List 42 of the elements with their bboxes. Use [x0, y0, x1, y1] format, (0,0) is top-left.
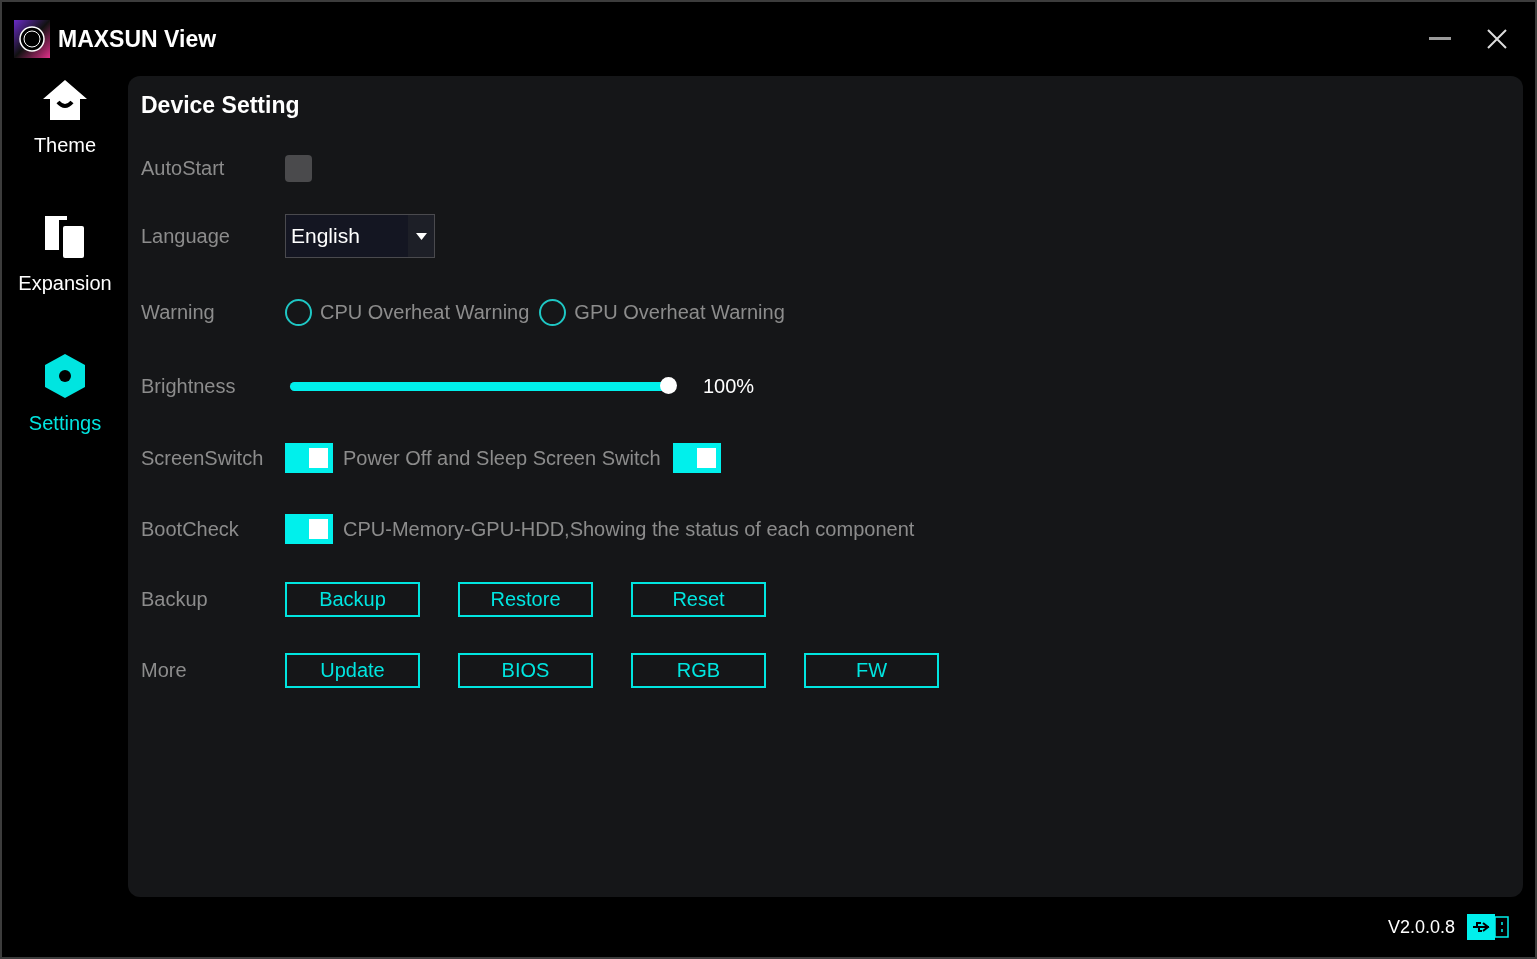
- brightness-slider[interactable]: [290, 377, 678, 395]
- usb-icon: [1467, 914, 1509, 940]
- setting-label: BootCheck: [141, 517, 240, 542]
- radio-option[interactable]: CPU Overheat Warning: [285, 297, 530, 327]
- setting-label: ScreenSwitch: [141, 446, 265, 471]
- setting-description: CPU-Memory-GPU-HDD,Showing the status of each component: [343, 517, 915, 542]
- action-button[interactable]: Update: [285, 652, 420, 688]
- minimize-icon[interactable]: [1429, 37, 1451, 41]
- setting-label: AutoStart: [141, 156, 226, 181]
- setting-label: Warning: [141, 300, 216, 325]
- home-icon: [43, 80, 87, 120]
- settings-icon: [45, 354, 85, 398]
- window-title: MAXSUN View: [58, 24, 217, 54]
- action-button[interactable]: Reset: [631, 581, 766, 617]
- close-icon[interactable]: [1487, 29, 1507, 49]
- action-button[interactable]: Restore: [458, 581, 593, 617]
- radio-button[interactable]: [539, 298, 567, 326]
- app-logo-icon: [14, 20, 50, 58]
- setting-label: Backup: [141, 587, 209, 612]
- action-button[interactable]: Backup: [285, 581, 420, 617]
- pages-icon: [45, 216, 85, 258]
- radio-button[interactable]: [285, 298, 312, 326]
- setting-description: Power Off and Sleep Screen Switch: [343, 446, 661, 471]
- action-button[interactable]: BIOS: [458, 652, 593, 688]
- sidebar-item[interactable]: Theme: [33, 80, 97, 160]
- sidebar-item[interactable]: Expansion: [18, 216, 112, 298]
- action-button[interactable]: RGB: [631, 652, 766, 688]
- toggle-switch[interactable]: [285, 443, 333, 473]
- setting-label: Language: [141, 224, 231, 249]
- toggle-switch[interactable]: [672, 443, 721, 473]
- setting-label: Brightness: [141, 374, 237, 399]
- version-label: V2.0.0.8: [1387, 915, 1455, 939]
- checkbox[interactable]: [285, 154, 312, 182]
- caret-icon: [415, 232, 427, 240]
- brightness-value: 100%: [703, 374, 755, 399]
- sidebar-item[interactable]: Settings: [28, 354, 102, 438]
- action-button[interactable]: FW: [804, 652, 939, 688]
- panel-title: Device Setting: [141, 91, 301, 120]
- language-dropdown[interactable]: English: [285, 214, 435, 258]
- setting-label: More: [141, 658, 188, 683]
- toggle-switch[interactable]: [285, 514, 333, 544]
- radio-option[interactable]: GPU Overheat Warning: [539, 297, 785, 327]
